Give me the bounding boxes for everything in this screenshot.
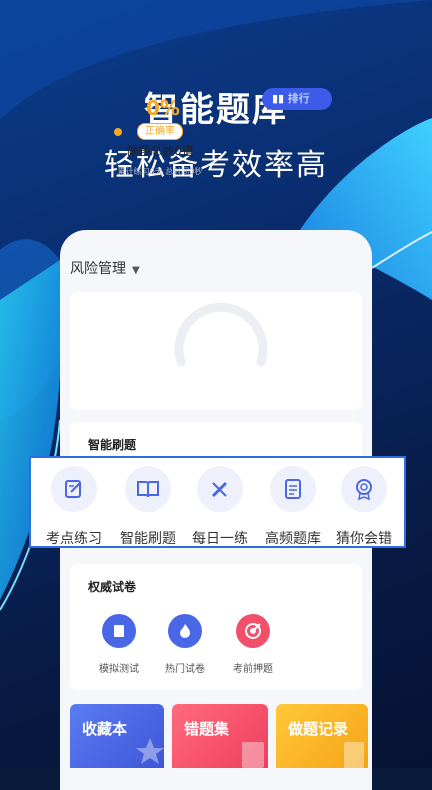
star-icon (136, 738, 164, 764)
smart-practice-highlight: 考点练习 智能刷题 每日一练 高频题库 猜你会错 (29, 456, 406, 548)
tile-practice-history[interactable]: 做题记录 (276, 704, 368, 768)
badge-icon (356, 479, 372, 501)
tool-label: 智能刷题 (120, 531, 176, 547)
tool-daily-practice[interactable]: 每日一练 (185, 466, 255, 548)
stats-card (70, 292, 362, 410)
gauge-indicator-dot (114, 128, 122, 136)
paper-label: 模拟测试 (99, 664, 139, 675)
paper-label: 热门试卷 (165, 664, 205, 675)
tile-wrong-questions[interactable]: 错题集 (172, 704, 268, 768)
practice-info: 累计练习0天 总时间0秒 (117, 167, 203, 176)
caret-down-icon: ▼ (132, 265, 140, 276)
paper-label: 考前押题 (233, 664, 273, 675)
tool-label: 猜你会错 (336, 531, 392, 547)
tool-high-frequency[interactable]: 高频题库 (258, 466, 328, 548)
tool-label: 考点练习 (46, 531, 102, 547)
accuracy-gauge (174, 302, 268, 367)
ranking-button[interactable]: ▮▮ 排行 (262, 88, 332, 110)
record-icon (344, 742, 364, 768)
tool-exam-points[interactable]: 考点练习 (39, 466, 109, 548)
promo-headline: 智能题库 (144, 90, 288, 130)
authority-papers-title: 权威试卷 (88, 580, 137, 594)
subject-selector[interactable]: 风险管理 ▼ (70, 258, 140, 278)
paper-pre-exam[interactable]: 考前押题 (218, 614, 288, 675)
document-icon (285, 479, 301, 499)
tool-label: 每日一练 (192, 531, 248, 547)
tool-label: 高频题库 (265, 531, 321, 547)
edit-note-icon (65, 480, 81, 498)
paper-popular[interactable]: 热门试卷 (150, 614, 220, 675)
target-icon (245, 623, 261, 639)
scroll-icon (114, 625, 124, 637)
ranking-label: 排行 (287, 92, 310, 105)
paper-mock-test[interactable]: 模拟测试 (84, 614, 154, 675)
bar-chart-icon: ▮▮ (272, 92, 285, 105)
tile-favorites[interactable]: 收藏本 (70, 704, 164, 768)
smart-practice-title: 智能刷题 (88, 438, 137, 452)
pencil-ruler-icon (211, 481, 228, 498)
accuracy-value: 0% (146, 96, 180, 120)
tool-smart-practice[interactable]: 智能刷题 (113, 466, 183, 548)
open-book-icon (137, 481, 159, 498)
total-questions: 做题总数0道 (126, 144, 194, 158)
subject-label: 风险管理 (70, 261, 126, 277)
tool-likely-mistakes[interactable]: 猜你会错 (329, 466, 399, 548)
note-icon (242, 742, 264, 768)
flame-icon (180, 624, 190, 638)
accuracy-label: 正确率 (137, 123, 183, 140)
